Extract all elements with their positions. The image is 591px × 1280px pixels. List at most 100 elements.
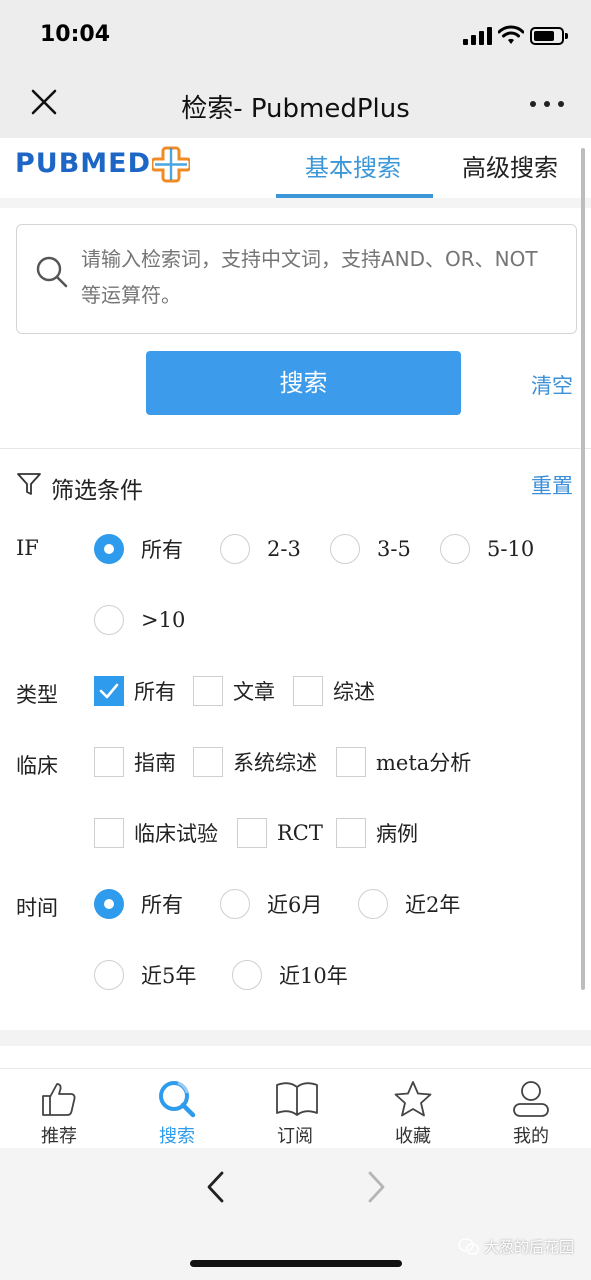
filter-title: 筛选条件	[51, 478, 143, 504]
divider	[0, 198, 591, 208]
tab-label: 收藏	[395, 1126, 431, 1147]
divider	[0, 1030, 591, 1046]
search-button[interactable]: 搜索	[146, 351, 461, 415]
checkbox[interactable]	[94, 747, 124, 777]
option-label: 所有	[141, 893, 183, 917]
option-label: 综述	[333, 680, 375, 704]
radio[interactable]	[358, 889, 388, 919]
wifi-icon	[498, 25, 524, 44]
option-label: 文章	[233, 680, 275, 704]
option-label: 近2年	[405, 893, 461, 917]
tab-label: 订阅	[277, 1126, 313, 1147]
checkbox[interactable]	[336, 818, 366, 848]
radio[interactable]	[220, 534, 250, 564]
checkbox[interactable]	[193, 747, 223, 777]
tab-label: 推荐	[41, 1126, 77, 1147]
if-option-5-10[interactable]: 5-10	[440, 534, 534, 564]
page-title: 检索- PubmedPlus	[181, 94, 410, 124]
bottom-tab-bar: 推荐 搜索 订阅 收藏 我的	[0, 1068, 591, 1148]
tab-basic-search[interactable]: 基本搜索	[305, 148, 401, 183]
checkbox[interactable]	[193, 676, 223, 706]
clinical-option-systematic-review[interactable]: 系统综述	[193, 747, 317, 777]
reset-button[interactable]: 重置	[531, 470, 573, 500]
thumbs-up-icon	[42, 1083, 76, 1116]
option-label: 系统综述	[233, 751, 317, 775]
checkmark-icon	[99, 683, 119, 699]
option-label: 3-5	[377, 537, 411, 561]
checkbox[interactable]	[94, 818, 124, 848]
clinical-label: 临床	[16, 754, 58, 778]
option-label: 所有	[141, 538, 183, 562]
divider	[0, 448, 591, 449]
type-label: 类型	[16, 683, 58, 707]
search-box[interactable]	[16, 224, 577, 334]
if-option-gt10[interactable]: >10	[94, 605, 185, 635]
if-option-2-3[interactable]: 2-3	[220, 534, 301, 564]
checkbox[interactable]	[336, 747, 366, 777]
tab-search[interactable]: 搜索	[118, 1069, 236, 1149]
time-option-10y[interactable]: 近10年	[232, 960, 348, 990]
battery-icon	[530, 27, 568, 45]
radio[interactable]	[232, 960, 262, 990]
option-label: RCT	[277, 821, 323, 845]
more-options-icon[interactable]	[530, 92, 564, 116]
search-icon	[159, 1081, 196, 1118]
tab-favorites[interactable]: 收藏	[354, 1069, 472, 1149]
type-option-article[interactable]: 文章	[193, 676, 275, 706]
clinical-option-trial[interactable]: 临床试验	[94, 818, 218, 848]
clinical-option-rct[interactable]: RCT	[237, 818, 323, 848]
radio[interactable]	[220, 889, 250, 919]
option-label: 近5年	[141, 964, 197, 988]
clinical-option-guideline[interactable]: 指南	[94, 747, 176, 777]
tab-advanced-search[interactable]: 高级搜索	[462, 148, 558, 183]
spacer	[0, 1046, 591, 1068]
tab-recommend[interactable]: 推荐	[0, 1069, 118, 1149]
scrollbar[interactable]	[581, 148, 585, 990]
home-indicator[interactable]	[190, 1260, 402, 1267]
tab-label: 搜索	[159, 1126, 195, 1147]
option-label: 5-10	[487, 537, 535, 561]
option-label: 所有	[134, 680, 176, 704]
type-option-review[interactable]: 综述	[293, 676, 375, 706]
clear-button[interactable]: 清空	[531, 370, 573, 400]
radio[interactable]	[94, 605, 124, 635]
status-time: 10:04	[40, 22, 111, 47]
time-option-all[interactable]: 所有	[94, 889, 183, 919]
radio[interactable]	[94, 960, 124, 990]
wechat-icon	[458, 1237, 480, 1255]
option-label: 2-3	[267, 537, 301, 561]
logo-cross-icon	[152, 146, 190, 183]
cellular-signal-icon	[463, 27, 493, 45]
checkbox-checked[interactable]	[94, 676, 124, 706]
option-label: 临床试验	[134, 822, 218, 846]
option-label: 近6月	[267, 893, 323, 917]
option-label: meta分析	[376, 751, 472, 775]
tab-mine[interactable]: 我的	[472, 1069, 590, 1149]
radio-selected[interactable]	[94, 534, 124, 564]
option-label: 病例	[376, 822, 418, 846]
clinical-option-case[interactable]: 病例	[336, 818, 418, 848]
clinical-option-meta-analysis[interactable]: meta分析	[336, 747, 471, 777]
if-option-3-5[interactable]: 3-5	[330, 534, 411, 564]
watermark-text: 大葱的后花园	[484, 1238, 575, 1256]
if-option-all[interactable]: 所有	[94, 534, 183, 564]
tab-label: 我的	[513, 1126, 549, 1147]
radio-selected[interactable]	[94, 889, 124, 919]
option-label: 近10年	[279, 964, 348, 988]
type-option-all[interactable]: 所有	[94, 676, 176, 706]
time-option-2y[interactable]: 近2年	[358, 889, 460, 919]
forward-icon[interactable]	[364, 1170, 388, 1204]
search-input[interactable]	[81, 241, 551, 321]
time-option-6m[interactable]: 近6月	[220, 889, 322, 919]
time-option-5y[interactable]: 近5年	[94, 960, 196, 990]
checkbox[interactable]	[293, 676, 323, 706]
star-icon	[394, 1081, 432, 1117]
option-label: >10	[141, 608, 186, 632]
status-bar: 10:04	[0, 0, 591, 72]
time-label: 时间	[16, 896, 58, 920]
radio[interactable]	[440, 534, 470, 564]
back-icon[interactable]	[204, 1170, 228, 1204]
tab-subscribe[interactable]: 订阅	[236, 1069, 354, 1149]
checkbox[interactable]	[237, 818, 267, 848]
radio[interactable]	[330, 534, 360, 564]
